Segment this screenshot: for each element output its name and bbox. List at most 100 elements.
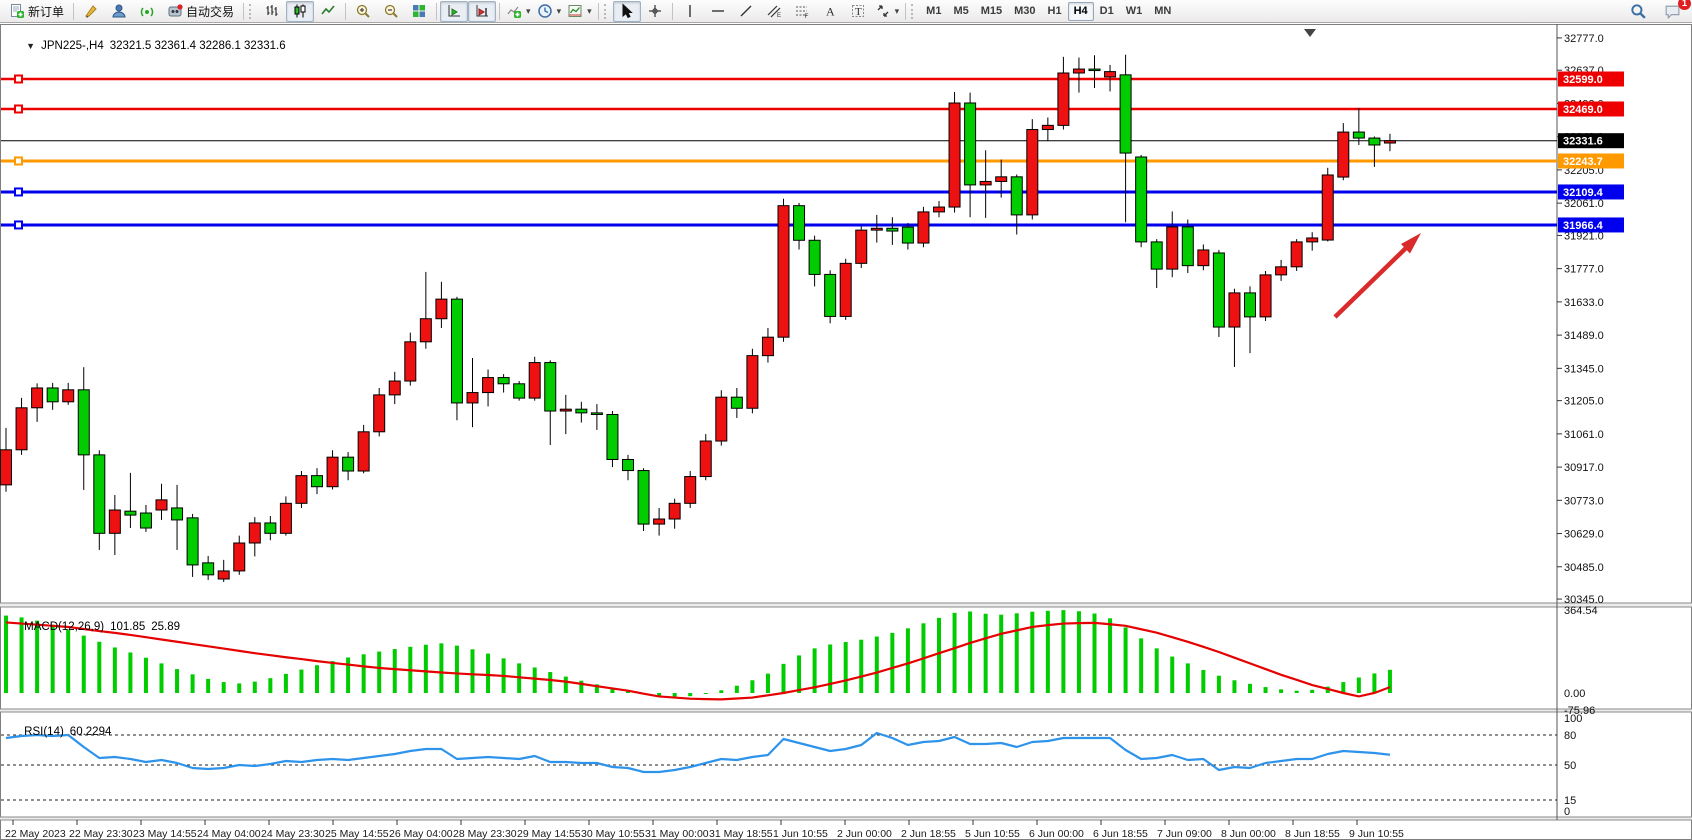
styler-button[interactable] [77,1,105,22]
candle-body [840,263,851,316]
zoom-in-button[interactable] [349,1,377,22]
new-order-button[interactable]: 新订单 [3,1,70,22]
timeframe-m30-button[interactable]: M30 [1008,2,1041,21]
chart-shift-button[interactable] [468,1,496,22]
timeframe-h1-button[interactable]: H1 [1042,2,1068,21]
signals-button[interactable] [133,1,161,22]
candle-body [32,388,43,408]
symbol-dropdown-icon[interactable]: ▼ [26,41,35,51]
candle-body [545,363,556,411]
rsi-value: 60.2294 [70,726,112,738]
search-button[interactable] [1624,1,1652,22]
macd-histogram-bar [1139,638,1143,693]
timeframe-d1-button[interactable]: D1 [1094,2,1120,21]
candle-body [934,207,945,212]
time-tick-label: 29 May 14:55 [517,828,581,840]
macd-histogram-bar [1217,676,1221,693]
candle-body [343,457,354,471]
auto-scroll-icon [446,3,462,19]
profile-button[interactable] [105,1,133,22]
indicators-button[interactable]: ▾ [503,1,534,22]
candlestick-chart-button[interactable] [286,1,314,22]
ohlc-values: 32321.5 32361.4 32286.1 32331.6 [110,40,286,52]
candle-body [576,409,587,413]
panel-separator[interactable] [0,603,1692,607]
tile-windows-button[interactable] [405,1,433,22]
macd-histogram-bar [1279,689,1283,693]
crosshair-icon [647,3,663,19]
community-button[interactable]: 1 [1658,1,1686,22]
periods-dropdown-caret[interactable]: ▾ [557,6,562,17]
templates-button[interactable]: ▾ [564,1,595,22]
macd-histogram-bar [315,665,319,693]
timeframe-m15-button[interactable]: M15 [975,2,1008,21]
main-toolbar: 新订单 自动交易 [0,0,1692,23]
macd-histogram-bar [688,693,692,696]
candle-body [420,319,431,342]
line-handle[interactable] [15,157,22,164]
candle-body [1338,132,1349,177]
fibonacci-button[interactable]: F [788,1,816,22]
timeframe-m1-button[interactable]: M1 [920,2,947,21]
svg-text:E: E [777,13,781,19]
price-tag-label: 32243.7 [1563,156,1603,168]
arrows-dropdown-caret[interactable]: ▾ [895,6,900,17]
chart-canvas[interactable]: 32777.032637.032493.032349.032205.032061… [0,24,1692,840]
line-handle[interactable] [15,221,22,228]
time-tick-label: 7 Jun 09:00 [1157,828,1212,840]
trendline-button[interactable] [732,1,760,22]
line-chart-icon [320,3,336,19]
channel-button[interactable]: E [760,1,788,22]
price-tick-label: 32777.0 [1564,33,1604,45]
cursor-button[interactable] [613,1,641,22]
macd-histogram-bar [984,614,988,693]
line-chart-button[interactable] [314,1,342,22]
price-tag-label: 31966.4 [1563,220,1604,232]
arrows-button[interactable]: ▾ [872,1,903,22]
time-tick-label: 2 Jun 00:00 [837,828,892,840]
macd-histogram-bar [953,613,957,693]
zoom-out-button[interactable] [377,1,405,22]
autotrading-button[interactable]: 自动交易 [161,1,240,22]
macd-histogram-bar [253,682,257,693]
text-button[interactable]: A [816,1,844,22]
macd-histogram-bar [1186,663,1190,693]
price-tick-label: 31345.0 [1564,363,1604,375]
vertical-line-button[interactable] [676,1,704,22]
timeframe-h4-button[interactable]: H4 [1068,2,1094,21]
horizontal-line-button[interactable] [704,1,732,22]
auto-scroll-button[interactable] [440,1,468,22]
time-tick-label: 5 Jun 10:55 [965,828,1020,840]
line-handle[interactable] [15,75,22,82]
candle-body [591,413,602,415]
macd-histogram-bar [362,654,366,693]
chart-window: 32777.032637.032493.032349.032205.032061… [0,24,1692,840]
indicators-dropdown-caret[interactable]: ▾ [526,6,531,17]
line-handle[interactable] [15,188,22,195]
macd-histogram-bar [890,633,894,693]
text-label-button[interactable]: T [844,1,872,22]
timeframe-mn-button[interactable]: MN [1148,2,1177,21]
crosshair-button[interactable] [641,1,669,22]
timeframe-w1-button[interactable]: W1 [1120,2,1149,21]
templates-dropdown-caret[interactable]: ▾ [587,6,592,17]
candle-body [94,455,105,533]
macd-histogram-bar [844,642,848,693]
candle-body [172,508,183,520]
macd-histogram-bar [719,690,723,693]
candle-body [1105,72,1116,77]
candle-body [1027,130,1038,215]
candle-body [47,388,58,402]
periods-button[interactable]: ▾ [534,1,565,22]
candle-body [1089,69,1100,71]
bar-chart-button[interactable] [258,1,286,22]
timeframe-m5-button[interactable]: M5 [947,2,974,21]
candle-body [654,519,665,524]
candle-body [125,511,136,515]
line-handle[interactable] [15,105,22,112]
candle-body [296,476,307,504]
candle-body [483,378,494,393]
macd-histogram-bar [906,628,910,693]
candle-body [825,274,836,316]
macd-histogram-bar [548,672,552,693]
